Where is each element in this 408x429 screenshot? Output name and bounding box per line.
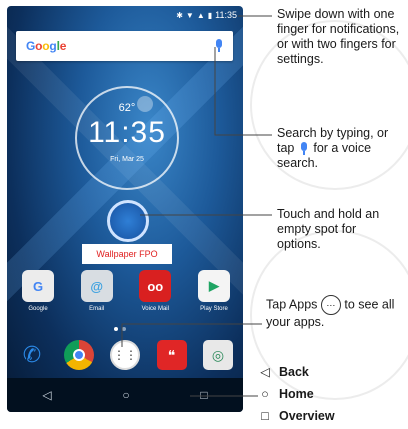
home-icon: ○: [261, 387, 269, 401]
mic-icon: [300, 141, 308, 156]
apps-icon: ⋯: [320, 295, 341, 315]
back-icon: ◁: [260, 365, 270, 379]
legend-home-label: Home: [279, 387, 314, 401]
legend-home: ○ Home: [258, 387, 314, 401]
callout-apps: Tap Apps ⋯ to see all your apps.: [266, 295, 408, 330]
overview-icon: □: [261, 409, 269, 423]
legend-overview-label: Overview: [279, 409, 335, 423]
legend-back-label: Back: [279, 364, 309, 379]
callout-swipe: Swipe down with one finger for notificat…: [277, 7, 407, 67]
legend-back: ◁ Back: [258, 364, 309, 380]
callout-swipe-text: Swipe down with one finger for notificat…: [277, 7, 400, 66]
callout-apps-text: Tap Apps: [266, 297, 318, 312]
callout-search: Search by typing, or tap for a voice sea…: [277, 126, 408, 171]
callout-touch-text: Touch and hold an empty spot for options…: [277, 207, 380, 251]
legend-overview: □ Overview: [258, 409, 335, 423]
callout-touch: Touch and hold an empty spot for options…: [277, 207, 397, 252]
